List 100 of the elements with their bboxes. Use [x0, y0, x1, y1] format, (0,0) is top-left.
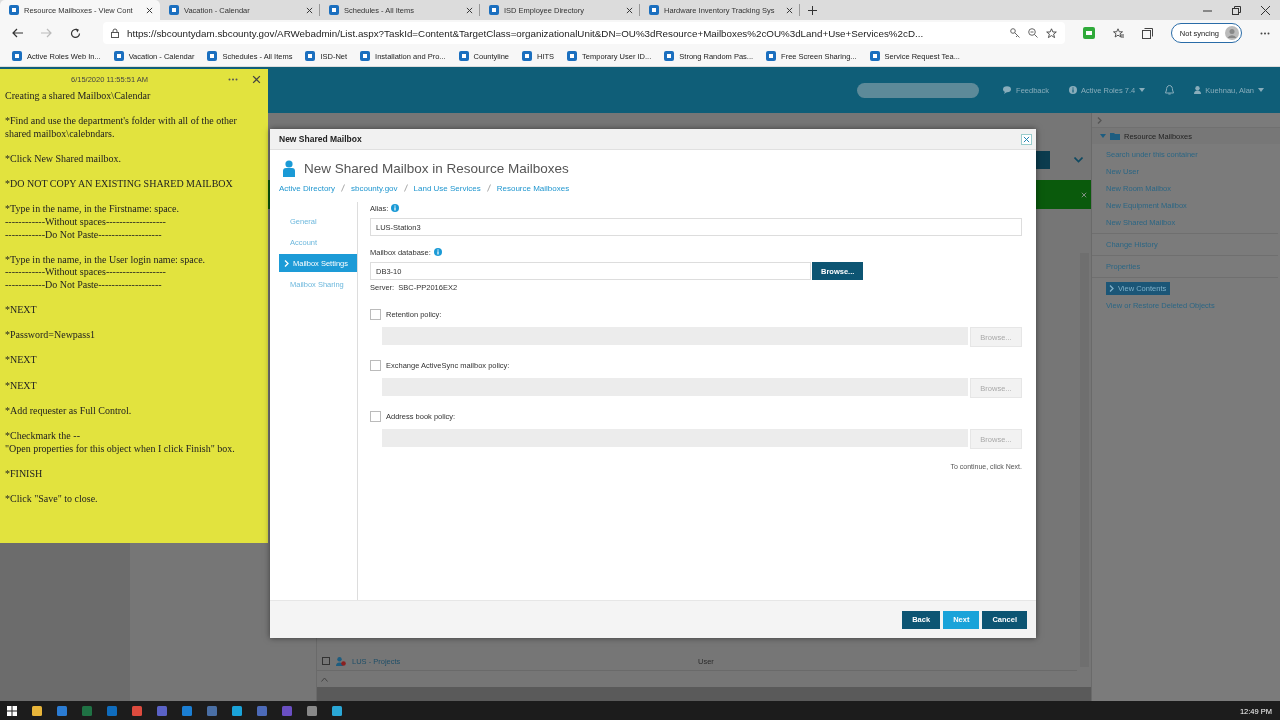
more-icon[interactable]	[228, 77, 238, 81]
dialog-heading: New Shared Mailbox in Resource Mailboxes	[304, 160, 569, 176]
site-icon	[329, 5, 339, 15]
user-icon	[1194, 86, 1202, 94]
chevron-up-icon[interactable]	[321, 676, 328, 682]
site-icon	[169, 5, 179, 15]
breadcrumb-separator-icon	[403, 184, 408, 192]
site-icon	[664, 51, 675, 61]
checkbox[interactable]	[370, 360, 381, 371]
caret-icon	[1100, 134, 1106, 138]
note-text: *NEXT	[5, 379, 38, 393]
close-icon[interactable]	[306, 6, 313, 14]
checkbox[interactable]	[370, 309, 381, 320]
row-checkbox[interactable]	[322, 657, 330, 665]
breadcrumb-link[interactable]: Resource Mailboxes	[496, 183, 570, 193]
info-icon	[433, 248, 442, 256]
site-icon	[113, 51, 124, 61]
note-text: ------------Without spaces------------------	[5, 215, 167, 229]
close-icon[interactable]	[786, 6, 793, 14]
checkbox[interactable]	[370, 411, 381, 422]
chevron-icon	[1097, 116, 1102, 124]
app-icon[interactable]	[257, 706, 267, 716]
note-text: *Find and use the department's folder with all of the other shared mailbox\calebndars.	[5, 115, 238, 141]
note-text: *Type in the name, in the User login name: space.	[5, 253, 207, 267]
chat-icon	[1003, 86, 1013, 94]
app-icon[interactable]	[232, 706, 242, 716]
breadcrumb-separator-icon	[486, 184, 491, 192]
note-text: *Password=Newpass1	[5, 329, 97, 342]
extension-icon[interactable]	[1082, 27, 1095, 39]
site-icon	[305, 51, 316, 61]
breadcrumb-link[interactable]: sbcounty.gov	[351, 183, 398, 193]
zoom-out-icon[interactable]	[1027, 28, 1038, 38]
note-text: *Click "Save" to close.	[5, 493, 99, 506]
app-icon[interactable]	[57, 706, 67, 716]
collections-icon[interactable]	[1141, 27, 1153, 39]
chevron-down-icon[interactable]	[1074, 157, 1083, 163]
more-icon[interactable]	[1260, 31, 1270, 35]
note-text: *Add requester as Full Control.	[5, 404, 133, 418]
app-icon[interactable]	[107, 706, 117, 716]
folder-icon	[1110, 132, 1120, 140]
close-icon[interactable]	[466, 6, 473, 14]
chevron-icon	[284, 259, 289, 267]
new-tab-icon[interactable]	[808, 5, 817, 15]
back-icon[interactable]	[12, 28, 23, 38]
note-text: "Open properties for this object when I click Finish" box.	[5, 442, 236, 456]
start-icon[interactable]	[7, 706, 17, 716]
app-icon[interactable]	[132, 706, 142, 716]
site-icon	[9, 5, 19, 15]
note-text: ------------Without spaces------------------	[5, 266, 167, 279]
app-icon[interactable]	[157, 706, 167, 716]
avatar-icon	[1225, 26, 1239, 40]
close-icon[interactable]	[146, 6, 153, 14]
bell-icon[interactable]	[1165, 85, 1175, 95]
note-text: ------------Do Not Paste-------------------	[5, 228, 163, 242]
app-icon[interactable]	[182, 706, 192, 716]
site-icon	[869, 51, 880, 61]
favorites-icon[interactable]	[1112, 27, 1124, 39]
forward-icon	[41, 28, 52, 38]
restore-icon[interactable]	[1232, 5, 1241, 15]
note-text: ------------Do Not Paste-------------------	[5, 278, 163, 292]
search-field[interactable]	[857, 82, 980, 98]
breadcrumb-separator-icon	[341, 184, 345, 192]
info-icon	[1069, 86, 1077, 94]
close-icon[interactable]	[252, 74, 261, 84]
note-text: *NEXT	[5, 304, 38, 317]
app-icon[interactable]	[207, 706, 217, 716]
site-icon	[12, 51, 22, 61]
note-text: *NEXT	[5, 354, 38, 368]
breadcrumb-link[interactable]: Land Use Services	[413, 183, 481, 193]
note-text: Creating a shared Mailbox\Calendar	[5, 90, 152, 103]
note-text: *DO NOT COPY AN EXISTING SHARED MAILBOX	[5, 178, 234, 191]
person-icon	[283, 159, 295, 177]
app-icon[interactable]	[332, 706, 342, 716]
lock-icon	[111, 28, 119, 38]
key-icon[interactable]	[1009, 28, 1020, 38]
site-icon	[567, 51, 578, 61]
site-icon	[360, 51, 371, 61]
caret-icon	[1258, 88, 1264, 92]
site-icon	[489, 5, 499, 15]
breadcrumb-link[interactable]: Active Directory	[279, 183, 335, 193]
close-icon[interactable]	[1261, 5, 1270, 15]
site-icon	[207, 51, 218, 61]
dialog-title: New Shared Mailbox	[279, 134, 362, 144]
note-text: *Type in the name, in the Firstname: space.	[5, 203, 180, 216]
app-icon[interactable]	[307, 706, 317, 716]
site-icon	[649, 5, 659, 15]
user-icon	[336, 656, 346, 666]
caret-icon	[1139, 88, 1146, 92]
note-text: *Checkmark the --	[5, 430, 81, 443]
note-text: *Click New Shared mailbox.	[5, 152, 123, 166]
site-icon	[766, 51, 777, 61]
note-text: *FINISH	[5, 467, 44, 481]
app-icon[interactable]	[32, 706, 42, 716]
close-icon[interactable]	[626, 6, 633, 14]
app-icon[interactable]	[82, 706, 92, 716]
app-icon[interactable]	[282, 706, 292, 716]
site-icon	[522, 51, 532, 61]
star-icon[interactable]	[1045, 27, 1057, 39]
site-icon	[458, 51, 469, 61]
refresh-icon[interactable]	[70, 27, 81, 39]
